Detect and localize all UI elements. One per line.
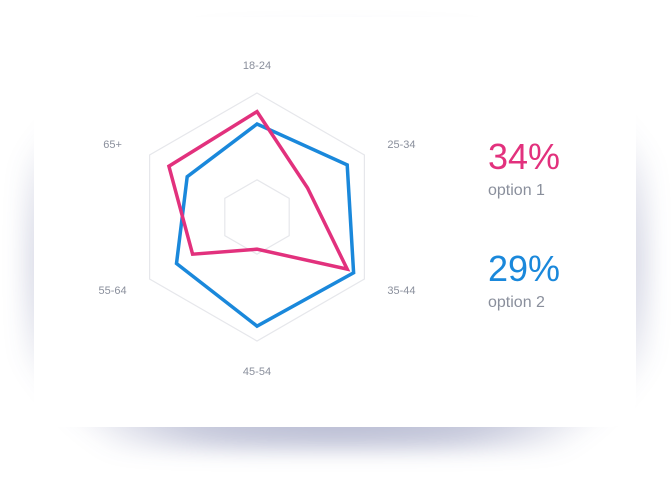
axis-label-25-34: 25-34 (387, 139, 415, 151)
radar-axis-labels: 18-24 25-34 35-44 45-54 55-64 65+ (99, 60, 416, 378)
axis-label-65-: 65+ (103, 139, 122, 151)
stage: 18-24 25-34 35-44 45-54 55-64 65+ 34% option … (0, 0, 671, 480)
chart-card: 18-24 25-34 35-44 45-54 55-64 65+ 34% option … (34, 17, 636, 427)
option-2-percent: 29% (488, 248, 561, 289)
axis-label-55-64: 55-64 (99, 285, 127, 297)
option-1-label: option 1 (488, 182, 545, 199)
series-polygon-1 (166, 109, 351, 272)
legend-option-2: 29% option 2 (488, 249, 560, 313)
axis-label-35-44: 35-44 (387, 285, 415, 297)
axis-label-18-24: 18-24 (243, 60, 271, 72)
radar-chart: 18-24 25-34 35-44 45-54 55-64 65+ (99, 60, 416, 378)
axis-label-45-54: 45-54 (243, 366, 271, 378)
radar-series-layer (166, 109, 356, 329)
option-1-percent: 34% (488, 136, 561, 177)
option-2-label: option 2 (488, 294, 545, 311)
grid-ring-1 (224, 179, 290, 255)
legend-option-1: 34% option 1 (488, 137, 560, 201)
